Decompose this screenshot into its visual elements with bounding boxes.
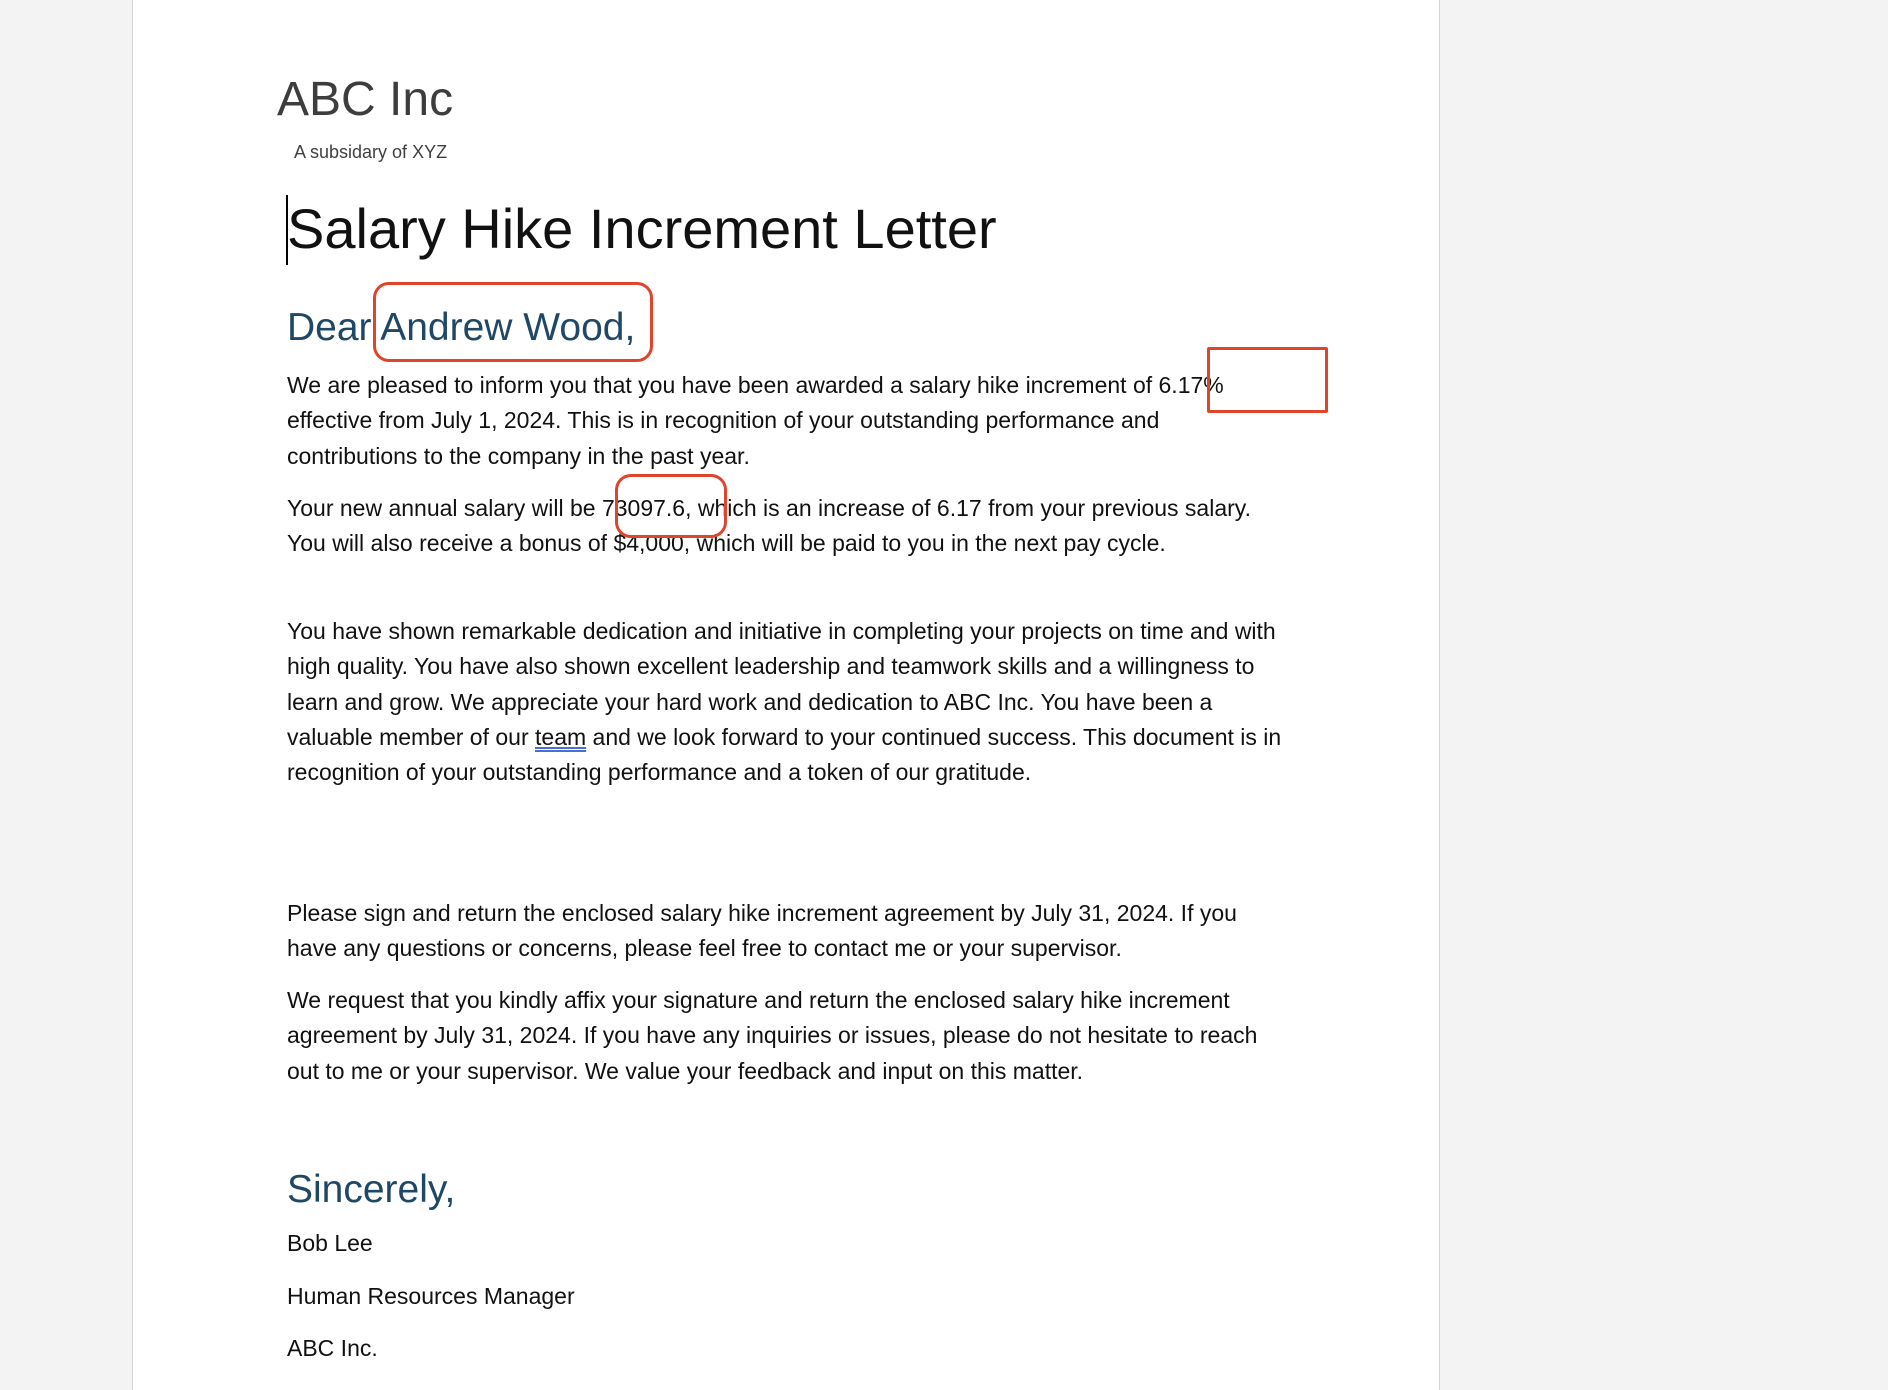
paragraph-new-salary: Your new annual salary will be 73097.6, …	[287, 491, 1287, 562]
document-page[interactable]: ABC Inc A subsidary of XYZ Salary Hike I…	[132, 0, 1440, 1390]
document-title: Salary Hike Increment Letter	[287, 197, 997, 260]
company-name: ABC Inc	[277, 73, 454, 126]
paragraph-increment: We are pleased to inform you that you ha…	[287, 368, 1287, 474]
paragraph-sign-return: Please sign and return the enclosed sala…	[287, 896, 1287, 967]
paragraph-text: Please sign and return the enclosed sala…	[287, 900, 1237, 962]
signatory-name: Bob Lee	[287, 1230, 373, 1256]
company-tagline: A subsidary of XYZ	[294, 142, 448, 162]
team-link[interactable]: team	[535, 724, 586, 750]
paragraph-appreciation: You have shown remarkable dedication and…	[287, 614, 1287, 790]
annotation-highlight-salary	[615, 474, 727, 538]
annotation-highlight-percentage	[1207, 347, 1328, 413]
paragraph-request-signature: We request that you kindly affix your si…	[287, 983, 1287, 1089]
paragraph-text: You have shown remarkable dedication and…	[287, 614, 1287, 790]
signatory-company: ABC Inc.	[287, 1335, 378, 1361]
closing-heading: Sincerely,	[287, 1168, 456, 1211]
paragraph-text: We request that you kindly affix your si…	[287, 987, 1258, 1084]
signatory-title: Human Resources Manager	[287, 1283, 575, 1309]
paragraph-text: We are pleased to inform you that you ha…	[287, 372, 1224, 469]
annotation-highlight-name	[373, 282, 653, 362]
paragraph-text: Your new annual salary will be 73097.6, …	[287, 495, 1251, 557]
